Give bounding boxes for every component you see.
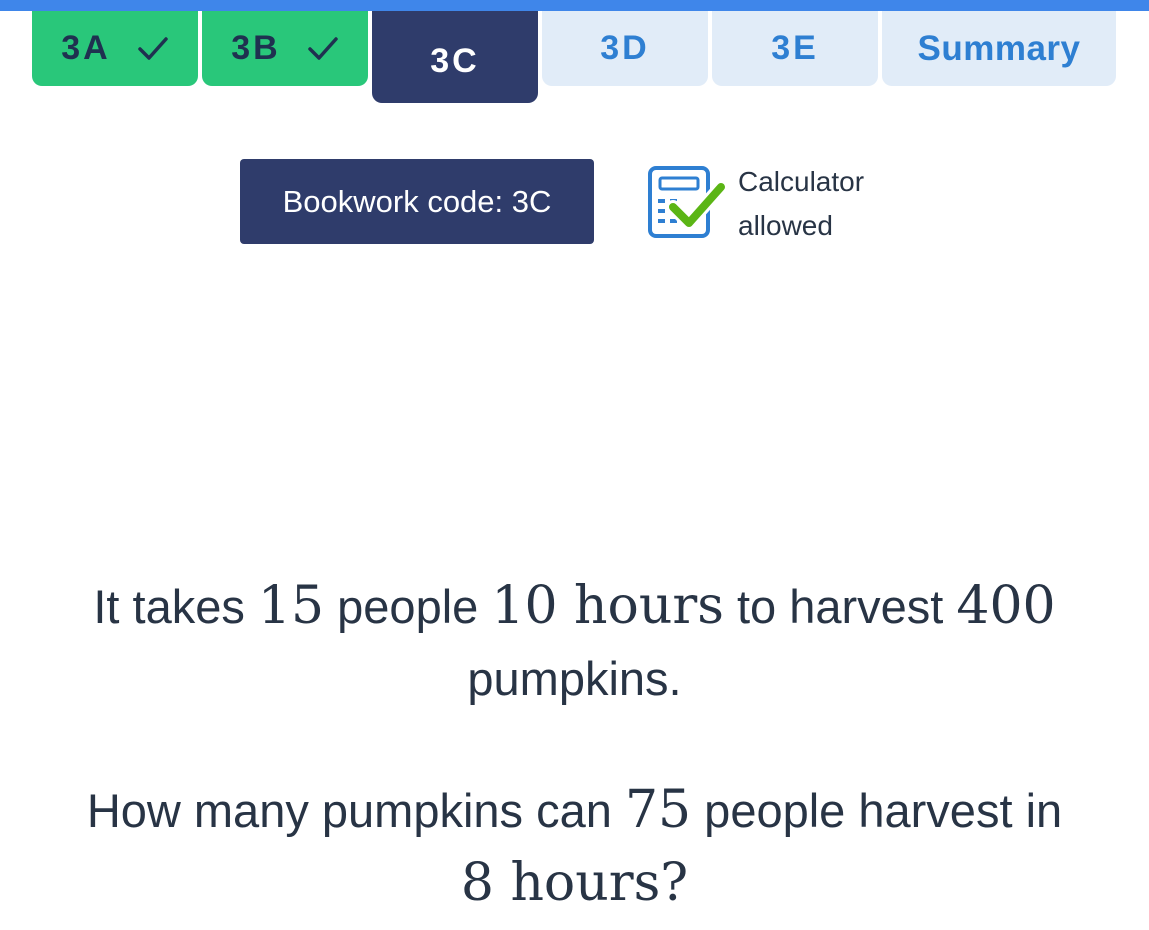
math-number: 8 hours? xyxy=(460,853,689,913)
question-text: How many pumpkins can xyxy=(86,784,625,837)
question-line: pumpkins. xyxy=(0,643,1149,715)
question-paragraph-2: How many pumpkins can 75 people harvest … xyxy=(0,774,1149,920)
question-line: It takes 15 people 10 hours to harvest 4… xyxy=(0,570,1149,643)
tab-3d-label: 3D xyxy=(600,29,650,67)
tab-3c[interactable]: 3C xyxy=(372,11,538,103)
question-line: 8 hours? xyxy=(0,847,1149,920)
task-tabs: 3A 3B 3C 3D 3E Summary xyxy=(0,0,1149,110)
math-number: 10 hours xyxy=(491,576,724,636)
bookwork-code-label: Bookwork code: 3C xyxy=(282,183,552,219)
math-number: 75 xyxy=(624,780,692,840)
question-text: people harvest in xyxy=(691,784,1063,837)
tab-summary[interactable]: Summary xyxy=(882,11,1116,86)
tab-3c-label: 3C xyxy=(430,41,480,80)
question-text: to harvest xyxy=(723,580,957,633)
calculator-line2: allowed xyxy=(738,210,833,241)
checkmark-icon xyxy=(307,36,338,60)
bookwork-code-badge: Bookwork code: 3C xyxy=(240,159,594,244)
math-number: 400 xyxy=(956,576,1056,636)
tab-3e-label: 3E xyxy=(771,29,819,67)
tab-3a-label: 3A xyxy=(61,29,111,67)
question-paragraph-1: It takes 15 people 10 hours to harvest 4… xyxy=(0,570,1149,715)
tab-summary-label: Summary xyxy=(917,28,1081,68)
tab-3d[interactable]: 3D xyxy=(542,11,708,86)
question-line: How many pumpkins can 75 people harvest … xyxy=(0,774,1149,847)
tab-3a[interactable]: 3A xyxy=(32,11,198,86)
tab-3b-label: 3B xyxy=(231,29,281,67)
checkmark-icon xyxy=(137,36,168,60)
tab-3b[interactable]: 3B xyxy=(202,11,368,86)
calculator-allowed-icon xyxy=(648,166,725,238)
tab-3e[interactable]: 3E xyxy=(712,11,878,86)
calculator-allowed-text: Calculator allowed xyxy=(738,160,908,248)
question-text: people xyxy=(324,580,492,633)
calculator-line1: Calculator xyxy=(738,166,865,197)
question-text: pumpkins. xyxy=(467,652,682,705)
question-text: It takes xyxy=(93,580,258,633)
math-number: 15 xyxy=(257,576,325,636)
